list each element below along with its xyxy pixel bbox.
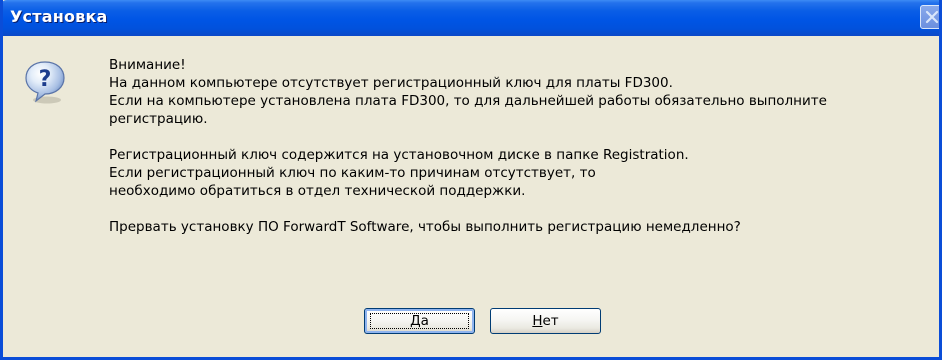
svg-text:?: ? [39,67,52,92]
message-line: Внимание! [109,57,186,73]
no-button[interactable]: Нет [490,308,601,334]
dialog-content: ? Внимание! На данном компьютере отсутст… [3,36,939,357]
yes-button-label: Да [410,313,429,329]
yes-button[interactable]: Да [364,308,475,334]
no-button-label: Нет [532,313,559,329]
close-button[interactable] [920,5,939,29]
message-line: Если на компьютере установлена плата FD3… [109,93,827,109]
title-bar[interactable]: Установка [3,0,939,36]
window-title: Установка [10,7,108,26]
message-line: необходимо обратиться в отдел техническо… [109,183,526,199]
message-line: Если регистрационный ключ по каким-то пр… [109,165,596,181]
question-icon: ? [21,58,69,106]
question-line: Прервать установку ПО ForwardT Software,… [109,219,741,235]
message-line: На данном компьютере отсутствует регистр… [109,75,673,91]
dialog-window: Установка ? Внимание! На данном компьюте… [0,0,942,360]
message-text: Внимание! На данном компьютере отсутству… [109,56,935,236]
close-icon [925,10,939,24]
message-line: регистрацию. [109,111,208,127]
message-line: Регистрационный ключ содержится на устан… [109,147,689,163]
